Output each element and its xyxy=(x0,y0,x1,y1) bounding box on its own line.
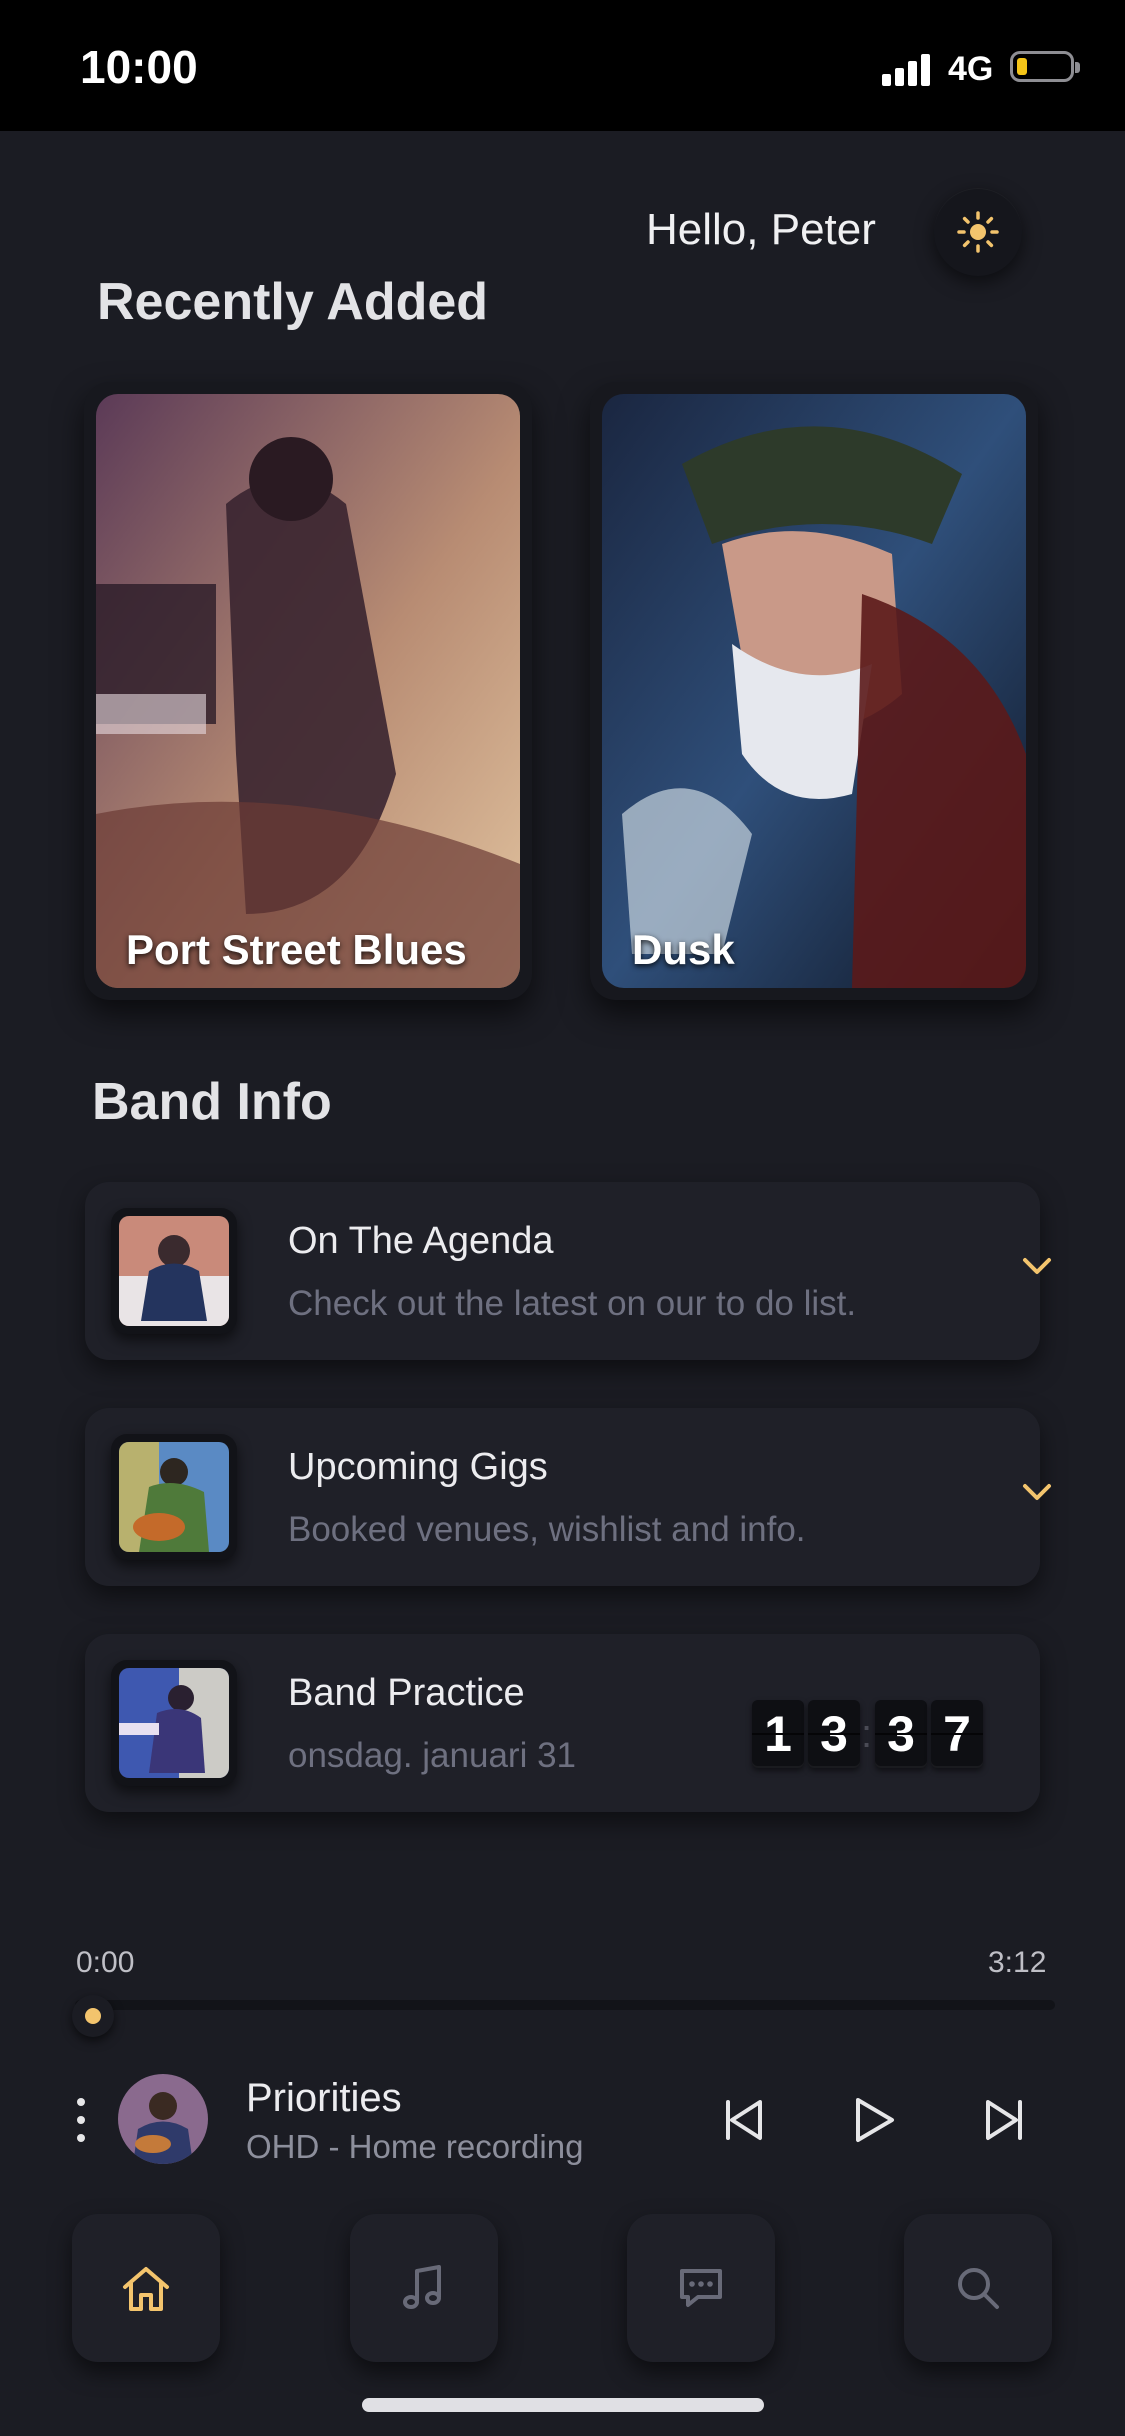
clock-digit: 7 xyxy=(931,1700,983,1768)
status-bar: 10:00 4G xyxy=(0,0,1125,131)
album-title: Dusk xyxy=(632,926,735,973)
card-subtitle: onsdag. januari 31 xyxy=(288,1736,576,1775)
greeting: Hello, Peter xyxy=(646,205,876,254)
track-duration: 3:12 xyxy=(988,1946,1047,1979)
nav-music-button[interactable] xyxy=(350,2214,498,2362)
nav-home-button[interactable] xyxy=(72,2214,220,2362)
home-indicator xyxy=(362,2398,764,2412)
now-playing-artwork xyxy=(118,2074,208,2164)
home-icon xyxy=(123,2267,169,2311)
album-card-port-street-blues[interactable]: Port Street Blues xyxy=(84,382,532,1000)
track-title: Priorities xyxy=(246,2076,402,2120)
play-icon[interactable] xyxy=(846,2092,902,2148)
more-options-icon[interactable] xyxy=(74,2098,88,2142)
thumbnail xyxy=(111,1434,237,1560)
theme-toggle-button[interactable] xyxy=(934,188,1022,276)
card-subtitle: Check out the latest on our to do list. xyxy=(288,1284,857,1323)
card-subtitle: Booked venues, wishlist and info. xyxy=(288,1510,806,1549)
battery-icon xyxy=(1010,51,1080,82)
skip-forward-icon[interactable] xyxy=(976,2092,1032,2148)
status-time: 10:00 xyxy=(80,41,198,93)
clock-digit: 3 xyxy=(875,1700,927,1768)
search-icon xyxy=(958,2268,999,2309)
nav-search-button[interactable] xyxy=(904,2214,1052,2362)
gigs-card[interactable]: Upcoming Gigs Booked venues, wishlist an… xyxy=(85,1408,1051,1586)
sun-icon xyxy=(957,211,999,253)
album-card-dusk[interactable]: Dusk xyxy=(590,382,1038,1000)
chevron-down-icon[interactable] xyxy=(1015,1470,1059,1514)
clock-digit: 1 xyxy=(752,1700,804,1768)
skip-back-icon[interactable] xyxy=(716,2092,772,2148)
elapsed-time: 0:00 xyxy=(76,1946,135,1979)
album-cover xyxy=(602,394,1026,988)
agenda-card[interactable]: On The Agenda Check out the latest on ou… xyxy=(85,1182,1051,1360)
progress-slider-handle[interactable] xyxy=(72,1995,114,2037)
recently-added-title: Recently Added xyxy=(97,273,489,331)
thumbnail xyxy=(111,1660,237,1786)
nav-chat-button[interactable] xyxy=(627,2214,775,2362)
card-title: On The Agenda xyxy=(288,1220,554,1262)
track-subtitle: OHD - Home recording xyxy=(246,2128,584,2165)
flip-clock-hours: 1 3 xyxy=(752,1700,864,1768)
clock-separator: : xyxy=(861,1712,873,1756)
music-note-icon xyxy=(403,2265,441,2309)
progress-track[interactable] xyxy=(75,2000,1055,2010)
thumbnail xyxy=(111,1208,237,1334)
card-title: Upcoming Gigs xyxy=(288,1446,548,1488)
flip-clock-minutes: 3 7 xyxy=(875,1700,987,1768)
band-info-title: Band Info xyxy=(92,1073,332,1131)
clock-digit: 3 xyxy=(808,1700,860,1768)
signal-icon xyxy=(882,52,936,86)
album-title: Port Street Blues xyxy=(126,926,467,973)
network-label: 4G xyxy=(948,50,994,88)
card-title: Band Practice xyxy=(288,1672,525,1714)
chat-icon xyxy=(680,2269,722,2307)
album-cover xyxy=(96,394,520,988)
chevron-down-icon[interactable] xyxy=(1015,1244,1059,1288)
